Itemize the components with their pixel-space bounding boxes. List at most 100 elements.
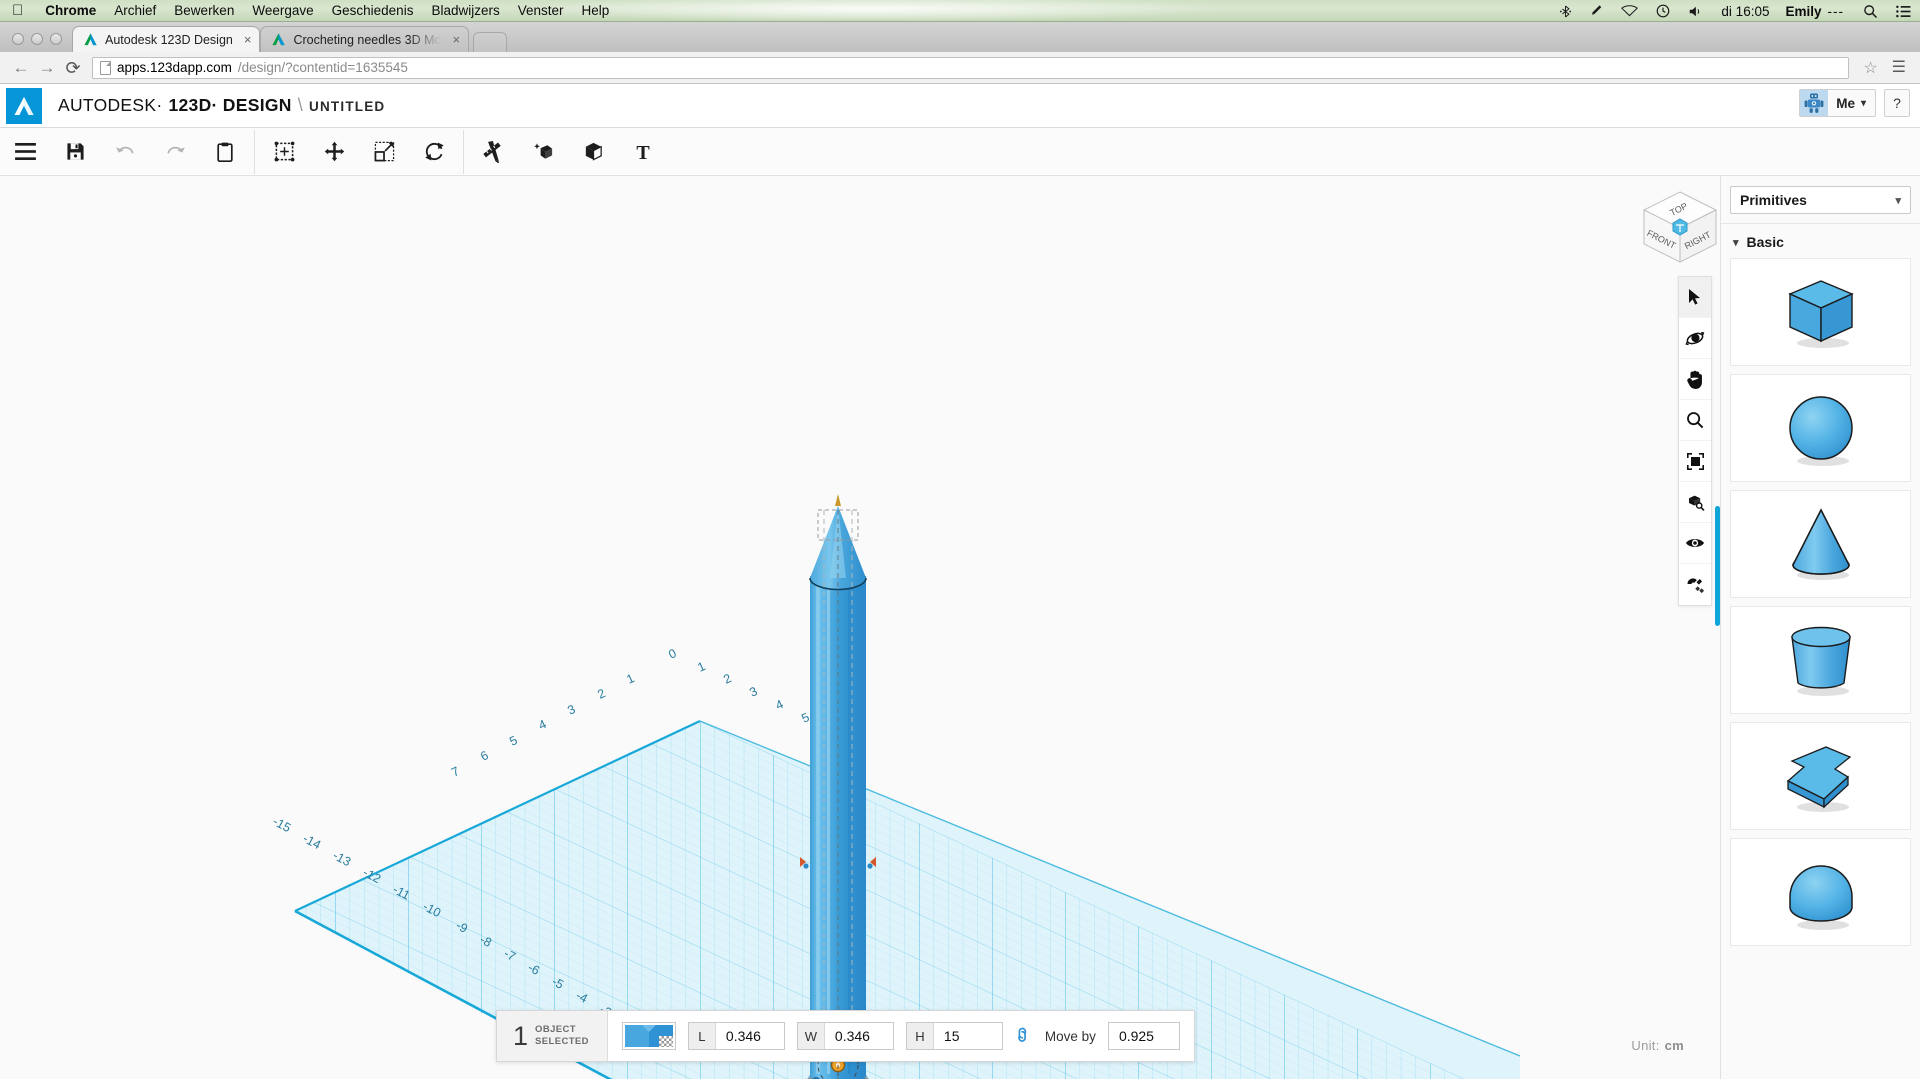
width-field-value[interactable]: 0.346 <box>825 1023 893 1049</box>
3d-canvas[interactable]: 0 1 1 2 2 3 3 4 4 5 5 6 6 7 7 <box>0 176 1920 1079</box>
window-close-button[interactable] <box>12 33 24 45</box>
browser-toolbar: ← → ⟳ apps.123dapp.com/design/?contentid… <box>0 52 1920 84</box>
selection-fields: L 0.346 W 0.346 H 15 Move by 0.925 <box>608 1011 1194 1061</box>
move-icon[interactable] <box>309 128 359 176</box>
autodesk-logo-icon[interactable] <box>6 87 42 124</box>
browser-tab-1[interactable]: Crocheting needles 3D Mo × <box>260 26 470 52</box>
time-machine-icon[interactable] <box>1647 4 1679 18</box>
window-zoom-button[interactable] <box>50 33 62 45</box>
window-minimize-button[interactable] <box>31 33 43 45</box>
orbit-tool-icon[interactable] <box>1679 318 1711 359</box>
category-dropdown[interactable]: Primitives ▾ <box>1730 186 1911 214</box>
menu-item-help[interactable]: Help <box>573 3 619 18</box>
scale-icon[interactable] <box>359 128 409 176</box>
primitives-panel: Primitives ▾ ▾ Basic <box>1720 176 1920 1079</box>
chrome-menu-icon[interactable]: ☰ <box>1886 59 1912 76</box>
apple-logo-icon[interactable]:  <box>12 3 23 18</box>
length-field[interactable]: L 0.346 <box>687 1022 785 1050</box>
svg-text:-15: -15 <box>271 814 294 835</box>
width-field[interactable]: W 0.346 <box>796 1022 894 1050</box>
clipboard-icon[interactable] <box>200 128 250 176</box>
primitives-panel-header: Primitives ▾ <box>1721 176 1920 224</box>
new-tab-button[interactable] <box>473 32 508 52</box>
wedge-shape[interactable] <box>1730 722 1911 830</box>
menu-icon[interactable] <box>0 128 50 176</box>
select-tool-icon[interactable] <box>1679 277 1711 318</box>
help-button[interactable]: ? <box>1884 89 1910 117</box>
width-field-label: W <box>797 1023 825 1049</box>
move-by-label: Move by <box>1044 1028 1096 1044</box>
menu-item-archief[interactable]: Archief <box>105 3 165 18</box>
menu-item-bladwijzers[interactable]: Bladwijzers <box>422 3 508 18</box>
spotlight-search-icon[interactable] <box>1854 4 1887 19</box>
menu-item-venster[interactable]: Venster <box>509 3 573 18</box>
length-field-label: L <box>688 1023 716 1049</box>
height-field[interactable]: H 15 <box>905 1022 1003 1050</box>
menu-user-name[interactable]: Emily <box>1779 4 1827 19</box>
browser-tab-0-label: Autodesk 123D Design <box>105 32 233 47</box>
address-bar[interactable]: apps.123dapp.com/design/?contentid=16355… <box>92 56 1850 79</box>
app-header: AUTODESK· 123D· DESIGN \ UNTITLED Me ▾ ? <box>0 84 1920 128</box>
zoom-tool-icon[interactable] <box>1679 400 1711 441</box>
construct-icon[interactable] <box>518 128 568 176</box>
move-by-field[interactable]: 0.925 <box>1107 1022 1180 1050</box>
modify-icon[interactable] <box>568 128 618 176</box>
user-menu-button[interactable]: Me ▾ <box>1799 89 1876 117</box>
save-icon[interactable] <box>50 128 100 176</box>
svg-text:2: 2 <box>595 686 607 702</box>
svg-text:3: 3 <box>565 702 577 718</box>
volume-icon[interactable] <box>1679 5 1711 18</box>
reload-button[interactable]: ⟳ <box>60 59 86 77</box>
browser-tab-1-close-icon[interactable]: × <box>452 32 460 47</box>
menu-item-chrome[interactable]: Chrome <box>36 3 105 18</box>
rotate-icon[interactable] <box>409 128 459 176</box>
section-header-basic[interactable]: ▾ Basic <box>1721 224 1920 258</box>
menu-item-weergave[interactable]: Weergave <box>243 3 322 18</box>
forward-button[interactable]: → <box>34 59 60 76</box>
swatch-transparency-checker <box>658 1036 673 1047</box>
back-button[interactable]: ← <box>8 59 34 76</box>
page-info-icon <box>100 60 111 75</box>
svg-text:5: 5 <box>507 733 519 749</box>
torus-shape[interactable] <box>1730 838 1911 946</box>
pen-icon[interactable] <box>1581 4 1612 18</box>
view-cube[interactable]: TOP FRONT RIGHT <box>1636 186 1724 268</box>
menu-clock[interactable]: di 16:05 <box>1711 4 1779 19</box>
sphere-shape[interactable] <box>1730 374 1911 482</box>
pan-tool-icon[interactable] <box>1679 359 1711 400</box>
wifi-icon[interactable] <box>1612 5 1647 17</box>
menu-item-bewerken[interactable]: Bewerken <box>165 3 243 18</box>
svg-text:1: 1 <box>624 671 636 687</box>
menu-user-dashes: --- <box>1827 3 1844 19</box>
header-actions: Me ▾ ? <box>1799 89 1910 117</box>
snap-tool-icon[interactable] <box>1679 564 1711 605</box>
browser-tab-0[interactable]: Autodesk 123D Design × <box>72 26 261 52</box>
visibility-tool-icon[interactable] <box>1679 523 1711 564</box>
section-header-label: Basic <box>1746 234 1784 250</box>
material-swatch[interactable] <box>621 1022 676 1050</box>
zoom-object-tool-icon[interactable] <box>1679 482 1711 523</box>
text-icon[interactable]: T <box>618 128 668 176</box>
sketch-icon[interactable] <box>468 128 518 176</box>
menu-item-geschiedenis[interactable]: Geschiedenis <box>323 3 423 18</box>
height-field-value[interactable]: 15 <box>934 1023 1002 1049</box>
redo-icon[interactable] <box>150 128 200 176</box>
length-field-value[interactable]: 0.346 <box>716 1023 784 1049</box>
fit-tool-icon[interactable] <box>1679 441 1711 482</box>
notification-list-icon[interactable] <box>1887 5 1920 18</box>
selection-count: 1 OBJECT SELECTED <box>497 1011 608 1061</box>
undo-icon[interactable] <box>100 128 150 176</box>
link-chain-icon[interactable] <box>1009 1022 1038 1051</box>
browser-tab-0-close-icon[interactable]: × <box>244 32 252 47</box>
height-field-label: H <box>906 1023 934 1049</box>
cone-shape[interactable] <box>1730 490 1911 598</box>
os-menu-bar:  Chrome Archief Bewerken Weergave Gesch… <box>0 0 1920 22</box>
selection-count-label-selected: SELECTED <box>535 1036 589 1047</box>
box-shape[interactable] <box>1730 258 1911 366</box>
brand-autodesk: AUTODESK· <box>58 95 163 115</box>
cylinder-shape[interactable] <box>1730 606 1911 714</box>
bookmark-star-icon[interactable]: ☆ <box>1855 58 1885 78</box>
toolbar-divider <box>254 129 255 174</box>
transform-icon[interactable] <box>259 128 309 176</box>
bluetooth-icon[interactable] <box>1550 5 1581 18</box>
